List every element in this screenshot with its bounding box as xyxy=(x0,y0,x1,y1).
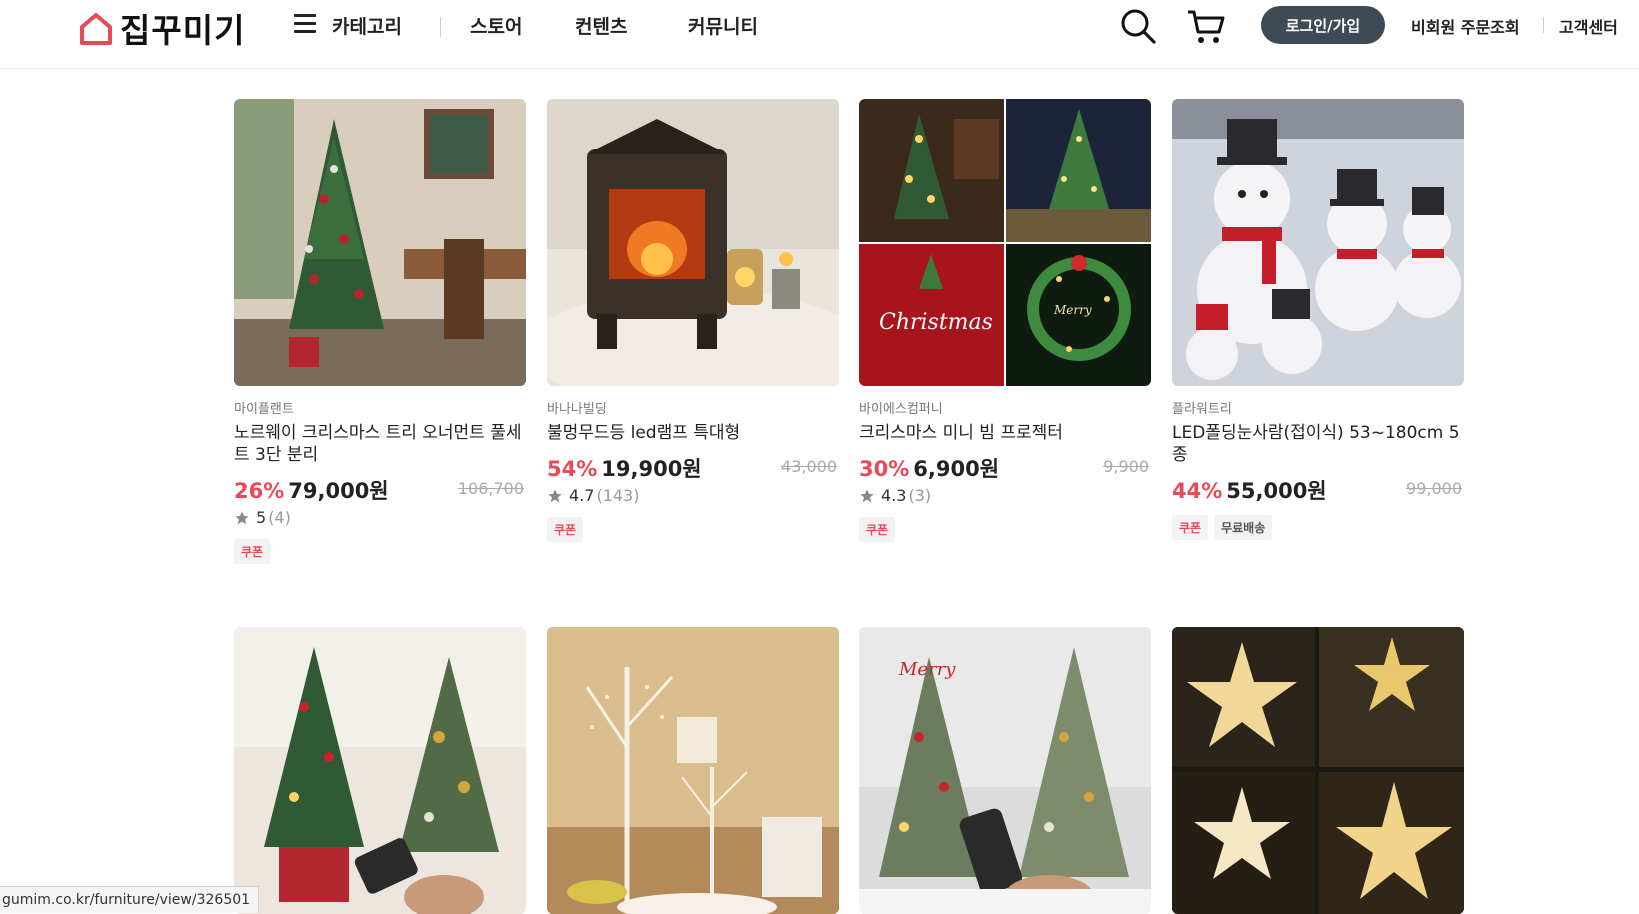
store-name: 바이에스컴퍼니 xyxy=(859,402,943,417)
original-price: 99,000 xyxy=(1406,479,1462,498)
product-card[interactable]: Merry xyxy=(859,627,1151,914)
rating-score: 5 xyxy=(256,508,267,527)
nav-community[interactable]: 커뮤니티 xyxy=(688,12,758,39)
review-count: (143) xyxy=(596,486,640,505)
badges: 쿠폰 xyxy=(859,517,1151,542)
sale-price: 19,900원 xyxy=(601,457,702,481)
rating-score: 4.7 xyxy=(569,486,595,505)
coupon-badge: 쿠폰 xyxy=(234,539,271,564)
product-card[interactable] xyxy=(234,627,526,914)
price-row: 44% 55,000원 99,000 xyxy=(1172,475,1464,503)
product-image-christmas-tree[interactable] xyxy=(234,99,526,386)
product-image-star-lantern[interactable] xyxy=(1172,627,1464,914)
nav-category[interactable]: 카테고리 xyxy=(332,12,402,39)
star-icon xyxy=(548,488,562,502)
discount-rate: 54% xyxy=(547,457,598,481)
sale-price: 6,900원 xyxy=(913,457,1000,481)
badges: 쿠폰 xyxy=(234,539,526,564)
price-row: 54% 19,900원 43,000 xyxy=(547,453,839,481)
product-image-christmas-projector[interactable]: Christmas Merry xyxy=(859,99,1151,386)
star-icon xyxy=(860,488,874,502)
rating: 4.7 (143) xyxy=(547,486,839,505)
original-price: 106,700 xyxy=(457,479,524,498)
product-name[interactable]: LED폴딩눈사람(접이식) 53~180cm 5종 xyxy=(1172,422,1464,466)
rating: 4.3 (3) xyxy=(859,486,1151,505)
original-price: 9,900 xyxy=(1103,457,1149,476)
nav-contents[interactable]: 컨텐츠 xyxy=(575,12,627,39)
svg-text:Christmas: Christmas xyxy=(879,310,993,335)
discount-rate: 44% xyxy=(1172,479,1223,503)
sale-price: 55,000원 xyxy=(1226,479,1327,503)
top-header: 집꾸미기 카테고리 스토어 컨텐츠 커뮤니티 로그인/가입 비회원 주문조회 고… xyxy=(0,0,1639,69)
header-link-divider xyxy=(1543,17,1544,33)
login-signup-button[interactable]: 로그인/가입 xyxy=(1261,6,1385,44)
price-row: 26% 79,000원 106,700 xyxy=(234,475,526,503)
logo[interactable]: 집꾸미기 xyxy=(78,8,245,50)
product-name[interactable]: 불멍무드등 led램프 특대형 xyxy=(547,422,839,444)
coupon-badge: 쿠폰 xyxy=(1172,515,1209,540)
nav-divider xyxy=(440,17,441,37)
store-name: 바나나빌딩 xyxy=(547,402,607,417)
sale-price: 79,000원 xyxy=(288,479,389,503)
star-icon xyxy=(235,510,249,524)
logo-text: 집꾸미기 xyxy=(120,11,246,50)
review-count: (4) xyxy=(268,508,291,527)
product-image-led-snowman[interactable] xyxy=(1172,99,1464,386)
coupon-badge: 쿠폰 xyxy=(547,517,584,542)
price-row: 30% 6,900원 9,900 xyxy=(859,453,1151,481)
store-name: 마이플랜트 xyxy=(234,402,294,417)
badges: 쿠폰 xyxy=(547,517,839,542)
product-card[interactable]: Christmas Merry 바이에스컴퍼니 크리스마스 미니 빔 프로젝터 … xyxy=(859,99,1151,542)
discount-rate: 26% xyxy=(234,479,285,503)
badges: 쿠폰 무료배송 xyxy=(1172,515,1464,540)
product-name[interactable]: 노르웨이 크리스마스 트리 오너먼트 풀세트 3단 분리 xyxy=(234,422,526,466)
product-card[interactable] xyxy=(1172,627,1464,914)
coupon-badge: 쿠폰 xyxy=(859,517,896,542)
search-icon[interactable] xyxy=(1118,6,1158,46)
svg-text:Merry: Merry xyxy=(898,659,956,680)
store-name: 플라워트리 xyxy=(1172,402,1232,417)
nav-store[interactable]: 스토어 xyxy=(470,12,522,39)
original-price: 43,000 xyxy=(781,457,837,476)
cart-icon[interactable] xyxy=(1186,8,1226,46)
customer-center-link[interactable]: 고객센터 xyxy=(1559,14,1618,38)
hamburger-menu-icon[interactable] xyxy=(294,14,316,34)
svg-text:Merry: Merry xyxy=(1053,303,1092,317)
status-bar-url: gumim.co.kr/furniture/view/326501 xyxy=(0,886,260,913)
product-image-tree-set[interactable] xyxy=(234,627,526,914)
product-image-snow-tree[interactable]: Merry xyxy=(859,627,1151,914)
product-card[interactable]: 바나나빌딩 불멍무드등 led램프 특대형 54% 19,900원 43,000 … xyxy=(547,99,839,542)
product-card[interactable]: 마이플랜트 노르웨이 크리스마스 트리 오너먼트 풀세트 3단 분리 26% 79… xyxy=(234,99,526,564)
product-image-led-birch-tree[interactable] xyxy=(547,627,839,914)
product-card[interactable]: 플라워트리 LED폴딩눈사람(접이식) 53~180cm 5종 44% 55,00… xyxy=(1172,99,1464,540)
house-logo-icon xyxy=(80,13,112,45)
free-shipping-badge: 무료배송 xyxy=(1214,515,1273,540)
guest-order-link[interactable]: 비회원 주문조회 xyxy=(1411,14,1520,38)
discount-rate: 30% xyxy=(859,457,910,481)
product-image-fireplace-lamp[interactable] xyxy=(547,99,839,386)
rating: 5 (4) xyxy=(234,508,526,527)
review-count: (3) xyxy=(908,486,932,505)
product-card[interactable] xyxy=(547,627,839,914)
rating-score: 4.3 xyxy=(881,486,907,505)
product-name[interactable]: 크리스마스 미니 빔 프로젝터 xyxy=(859,422,1151,444)
